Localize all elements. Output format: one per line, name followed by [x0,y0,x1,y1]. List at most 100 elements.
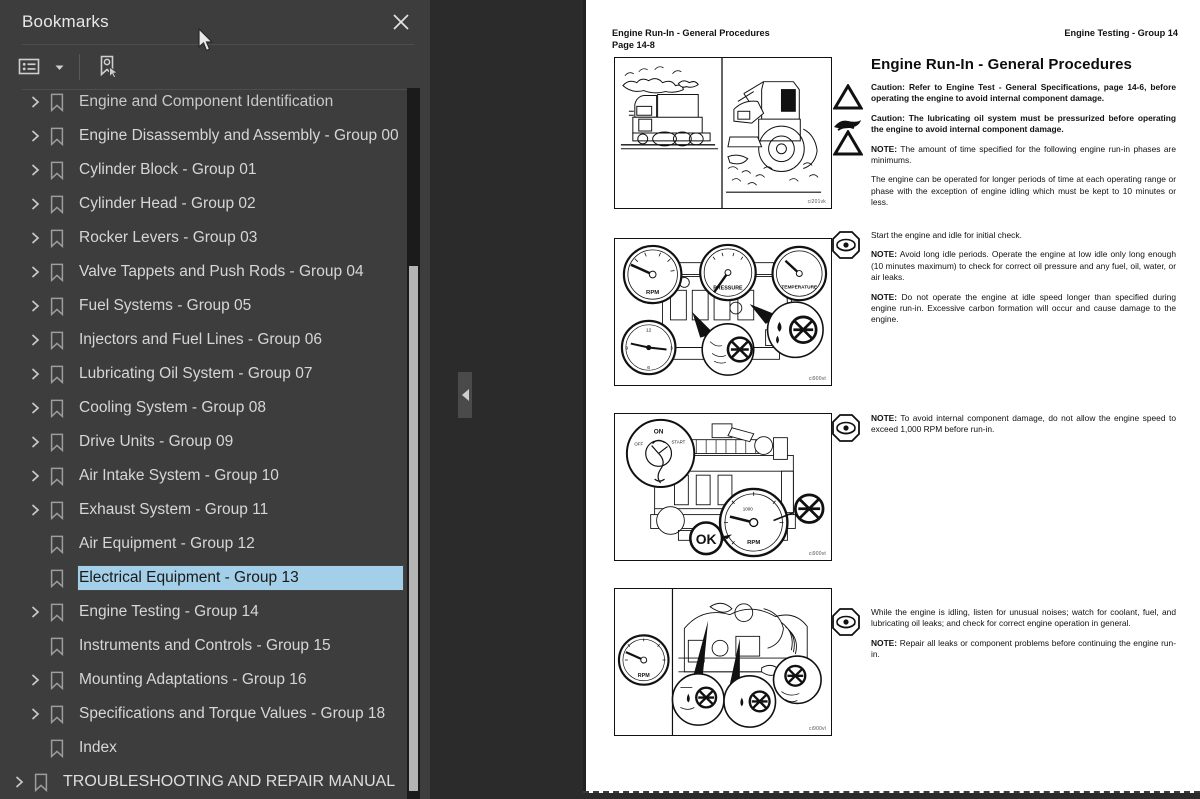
bookmark-ribbon-icon [46,90,68,119]
bookmark-item-label: Air Equipment - Group 12 [79,535,255,552]
bookmark-item[interactable]: Specifications and Torque Values - Group… [0,697,407,731]
section-rpm-limit: NOTE: To avoid internal component damage… [832,413,1176,444]
section-idle-check: While the engine is idling, listen for u… [832,607,1176,669]
figure-code: ci900vt [808,376,826,382]
chevron-right-icon[interactable] [8,765,30,799]
svg-text:START: START [671,440,685,445]
bookmark-ribbon-icon [46,425,68,459]
watch-eye-icon [831,230,861,260]
chevron-right-icon[interactable] [24,697,46,731]
chevron-right-icon[interactable] [24,663,46,697]
chevron-right-icon[interactable] [24,187,46,221]
chevron-right-icon[interactable] [24,425,46,459]
warning-triangle-icon [833,84,863,114]
bookmark-item[interactable]: Rocker Levers - Group 03 [0,221,407,255]
bookmark-ribbon-icon [46,323,68,357]
svg-text:TEMPERATURE: TEMPERATURE [781,284,817,290]
toolbar-separator [79,54,80,80]
section-body: Caution: Refer to Engine Test - General … [833,82,1176,209]
section-start-engine: Start the engine and idle for initial ch… [832,230,1176,334]
bookmark-item[interactable]: Engine Testing - Group 14 [0,595,407,629]
bookmarks-panel: Bookmarks Engine and Component Identific… [0,0,430,799]
bookmark-item[interactable]: Mounting Adaptations - Group 16 [0,663,407,697]
svg-text:RPM: RPM [638,673,650,679]
bookmark-item[interactable]: Exhaust System - Group 11 [0,493,407,527]
collapse-panel-handle[interactable] [458,372,472,418]
bookmark-item[interactable]: Engine Disassembly and Assembly - Group … [0,119,407,153]
bookmark-item[interactable]: Drive Units - Group 09 [0,425,407,459]
document-viewer[interactable]: Engine Run-In - General Procedures Page … [580,0,1200,799]
svg-text:RPM: RPM [747,540,760,546]
bookmark-item[interactable]: Air Equipment - Group 12 [0,527,407,561]
chevron-down-icon[interactable] [50,50,69,84]
bookmarks-scrollbar[interactable] [407,88,420,799]
svg-text:3: 3 [670,345,673,351]
chevron-right-icon[interactable] [24,357,46,391]
bookmark-item-label: Engine Disassembly and Assembly - Group … [79,127,399,144]
new-bookmark-icon[interactable] [92,50,126,84]
chevron-right-icon[interactable] [24,153,46,187]
chevron-right-icon[interactable] [24,221,46,255]
page-header-left: Engine Run-In - General Procedures Page … [612,27,770,51]
bookmark-item-label: Specifications and Torque Values - Group… [79,705,386,722]
bookmarks-tree-viewport: Engine and Component Identification Engin… [0,90,430,799]
bookmark-item[interactable]: Injectors and Fuel Lines - Group 06 [0,323,407,357]
bookmark-ribbon-icon [46,255,68,289]
svg-text:9: 9 [626,345,629,351]
chevron-right-icon[interactable] [24,493,46,527]
chevron-right-icon[interactable] [24,323,46,357]
svg-text:1000: 1000 [743,507,754,512]
chevron-right-icon[interactable] [24,459,46,493]
svg-text:OK: OK [696,531,717,547]
chevron-right-icon[interactable] [24,289,46,323]
bookmark-item-label: Mounting Adaptations - Group 16 [79,671,307,688]
watch-eye-icon [831,607,861,637]
bookmark-item-label: Cylinder Head - Group 02 [79,195,256,212]
body-paragraph-1: The engine can be operated for longer pe… [871,174,1176,208]
bookmark-item-label: Electrical Equipment - Group 13 [77,565,404,591]
figure-code: ci201vk [807,199,826,205]
bookmark-item[interactable]: Instruments and Controls - Group 15 [0,629,407,663]
bookmark-item[interactable]: Cooling System - Group 08 [0,391,407,425]
engine-gauges-illustration: RPM PRESSURE TEMPERATURE 12 6 3 9 ci900v… [614,238,832,386]
watch-eye-icon [831,413,861,443]
list-options-icon[interactable] [14,50,48,84]
chevron-right-icon[interactable] [24,90,46,119]
bookmark-ribbon-icon [46,153,68,187]
bookmark-ribbon-icon [46,697,68,731]
svg-text:12: 12 [646,328,652,334]
bookmark-ribbon-icon [46,119,68,153]
chevron-right-icon[interactable] [24,391,46,425]
bookmark-item[interactable]: Cylinder Head - Group 02 [0,187,407,221]
bookmark-item[interactable]: Lubricating Oil System - Group 07 [0,357,407,391]
bookmark-item[interactable]: Valve Tappets and Push Rods - Group 04 [0,255,407,289]
chevron-right-icon[interactable] [24,255,46,289]
section-body: NOTE: To avoid internal component damage… [832,413,1176,442]
bookmark-item[interactable]: Electrical Equipment - Group 13 [0,561,407,595]
bookmark-item-label: Drive Units - Group 09 [79,433,234,450]
chevron-right-icon[interactable] [24,119,46,153]
bookmark-item-label: Engine and Component Identification [79,93,334,110]
bookmark-ribbon-icon [30,765,52,799]
bookmark-item-label: Index [79,739,117,756]
bookmark-ribbon-icon [46,731,68,765]
bookmark-item-label: Valve Tappets and Push Rods - Group 04 [79,263,364,280]
bookmark-item[interactable]: TROUBLESHOOTING AND REPAIR MANUAL [0,765,407,799]
truck-and-loader-illustration: ci201vk [614,57,832,209]
caution-paragraph-2: Caution: The lubricating oil system must… [871,112,1176,135]
close-icon[interactable] [386,7,416,37]
figure-code: ci900vl [809,726,826,732]
chevron-right-icon[interactable] [24,595,46,629]
page-separator [583,791,1200,793]
bookmark-item[interactable]: Index [0,731,407,765]
page-header-title: Engine Run-In - General Procedures [612,28,770,38]
note-paragraph-1: NOTE: The amount of time specified for t… [871,143,1176,166]
bookmark-item[interactable]: Cylinder Block - Group 01 [0,153,407,187]
bookmark-ribbon-icon [46,629,68,663]
figure-code: ci900vt [808,551,826,557]
bookmark-item[interactable]: Engine and Component Identification [0,90,407,119]
bookmark-item[interactable]: Fuel Systems - Group 05 [0,289,407,323]
bookmark-item[interactable]: Air Intake System - Group 10 [0,459,407,493]
bookmarks-scrollbar-thumb[interactable] [409,266,418,791]
bookmark-item-label: Exhaust System - Group 11 [79,501,269,518]
